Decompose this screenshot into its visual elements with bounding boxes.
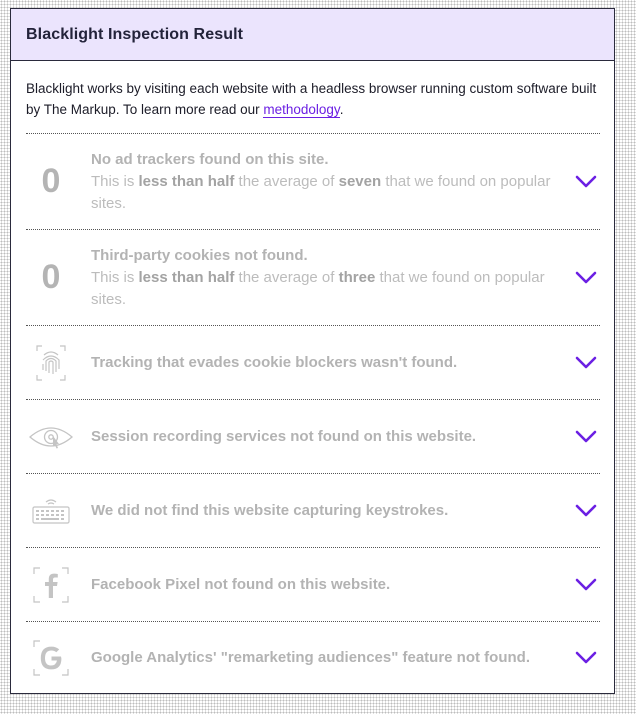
result-row-fingerprinting[interactable]: Tracking that evades cookie blockers was…	[26, 326, 600, 400]
row-text: We did not find this website capturing k…	[76, 500, 600, 522]
row-text: No ad trackers found on this site. This …	[76, 149, 600, 215]
card-title: Blacklight Inspection Result	[26, 25, 244, 43]
google-icon	[26, 639, 76, 677]
row-title: Third-party cookies not found.	[91, 246, 308, 264]
cookie-count: 0	[41, 258, 61, 296]
row-subtitle: This is less than half the average of se…	[91, 172, 551, 212]
row-subtitle: This is less than half the average of th…	[91, 268, 545, 308]
chevron-down-icon[interactable]	[575, 651, 597, 665]
result-row-session-recording[interactable]: Session recording services not found on …	[26, 400, 600, 474]
row-title: Tracking that evades cookie blockers was…	[91, 353, 458, 371]
intro-paragraph: Blacklight works by visiting each websit…	[26, 61, 600, 134]
row-text: Facebook Pixel not found on this website…	[76, 574, 600, 596]
ad-tracker-count: 0	[41, 162, 61, 200]
result-row-keystrokes[interactable]: We did not find this website capturing k…	[26, 474, 600, 548]
chevron-down-icon[interactable]	[575, 430, 597, 444]
chevron-down-icon[interactable]	[575, 175, 597, 189]
card-header: Blacklight Inspection Result	[11, 9, 614, 61]
fingerprint-icon	[26, 343, 76, 383]
row-title: Google Analytics' "remarketing audiences…	[91, 649, 530, 666]
row-title: We did not find this website capturing k…	[91, 501, 449, 519]
result-row-google-analytics[interactable]: Google Analytics' "remarketing audiences…	[26, 622, 600, 694]
eye-icon	[26, 423, 76, 451]
chevron-down-icon[interactable]	[575, 504, 597, 518]
chevron-down-icon[interactable]	[575, 356, 597, 370]
result-row-ad-trackers[interactable]: 0 No ad trackers found on this site. Thi…	[26, 134, 600, 230]
inspection-result-card: Blacklight Inspection Result Blacklight …	[10, 8, 615, 694]
row-title: Facebook Pixel not found on this website…	[91, 575, 391, 593]
result-row-facebook-pixel[interactable]: Facebook Pixel not found on this website…	[26, 548, 600, 622]
result-row-cookies[interactable]: 0 Third-party cookies not found. This is…	[26, 230, 600, 326]
row-title: Session recording services not found on …	[91, 427, 477, 445]
keyboard-icon	[26, 496, 76, 526]
intro-period: .	[339, 102, 344, 117]
row-text: Google Analytics' "remarketing audiences…	[76, 647, 600, 669]
row-text: Tracking that evades cookie blockers was…	[76, 352, 600, 374]
row-text: Third-party cookies not found. This is l…	[76, 245, 600, 311]
chevron-down-icon[interactable]	[575, 271, 597, 285]
row-title: No ad trackers found on this site.	[91, 150, 329, 168]
chevron-down-icon[interactable]	[575, 578, 597, 592]
facebook-icon	[26, 566, 76, 604]
row-text: Session recording services not found on …	[76, 426, 600, 448]
methodology-link[interactable]: methodology	[263, 102, 340, 118]
